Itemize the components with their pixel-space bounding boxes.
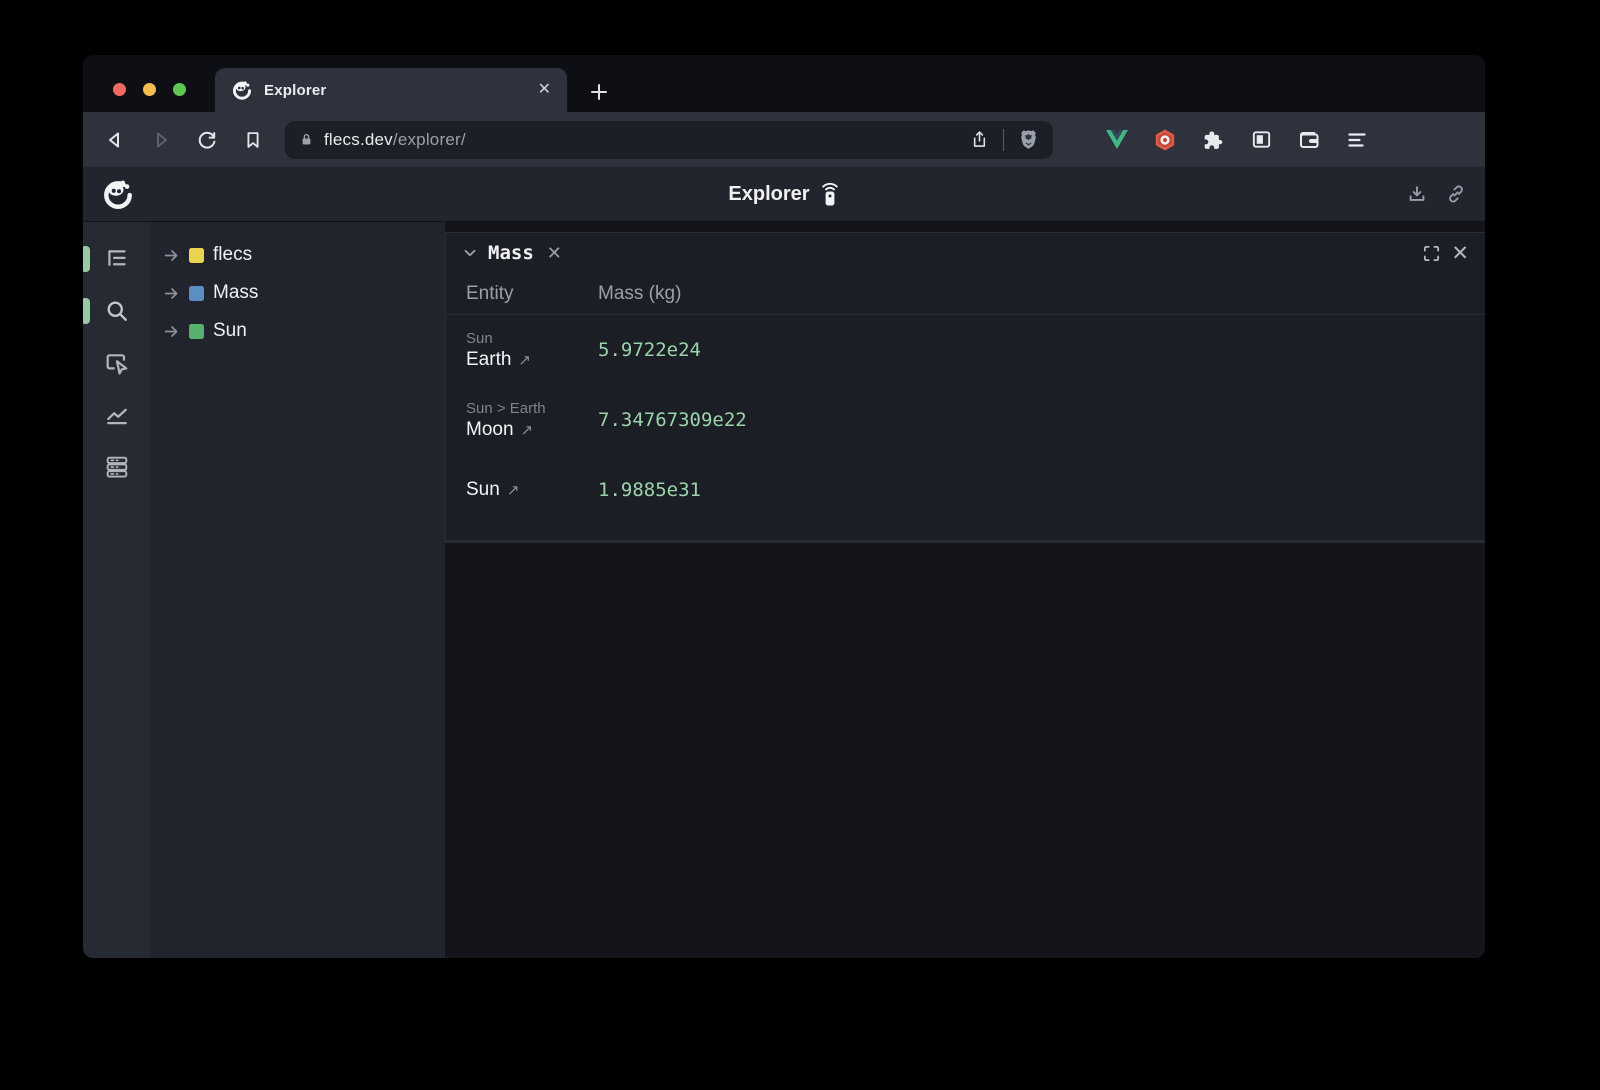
tab-bar: Explorer ✕ — [83, 55, 1485, 112]
minimize-window-button[interactable] — [143, 83, 156, 96]
download-button[interactable] — [1406, 183, 1428, 205]
tree-item-sun[interactable]: Sun — [150, 312, 445, 350]
sidebar-toggle-icon[interactable] — [1249, 128, 1273, 152]
app-content: flecs Mass Sun — [83, 222, 1485, 958]
hexagon-extension-icon[interactable] — [1153, 128, 1177, 152]
zoom-window-button[interactable] — [173, 83, 186, 96]
menu-icon[interactable] — [1345, 128, 1369, 152]
open-entity-icon: ↗ — [518, 351, 531, 369]
tree-item-label: Mass — [213, 282, 258, 304]
table-row: Sun Earth ↗ 5.9722e24 — [446, 315, 1485, 385]
share-icon[interactable] — [969, 129, 990, 150]
tab-close-icon[interactable]: ✕ — [538, 82, 551, 98]
tree-item-label: Sun — [213, 320, 247, 342]
forward-button[interactable] — [143, 122, 179, 158]
entity-tree: flecs Mass Sun — [150, 222, 445, 958]
tree-panel-button[interactable] — [102, 244, 132, 274]
open-entity-icon: ↗ — [521, 421, 534, 439]
tables-panel-button[interactable] — [102, 452, 132, 482]
inspect-panel-button[interactable] — [102, 348, 132, 378]
query-title: Mass — [488, 242, 534, 264]
entity-name-text: Earth — [466, 349, 511, 371]
divider — [1003, 129, 1004, 151]
query-clear-icon[interactable]: ✕ — [547, 244, 562, 262]
flecs-favicon-icon — [231, 79, 253, 101]
search-panel-button[interactable] — [102, 296, 132, 326]
bookmark-icon[interactable] — [235, 122, 271, 158]
tab-title: Explorer — [264, 82, 527, 99]
mass-value: 1.9885e31 — [598, 479, 1485, 501]
entity-parent-path: Sun — [466, 330, 598, 347]
browser-toolbar: flecs.dev/explorer/ — [83, 112, 1485, 167]
table-header-row: Entity Mass (kg) — [446, 273, 1485, 315]
tree-item-flecs[interactable]: flecs — [150, 236, 445, 274]
tree-item-label: flecs — [213, 244, 252, 266]
address-bar[interactable]: flecs.dev/explorer/ — [285, 121, 1053, 159]
entity-link[interactable]: Moon ↗ — [466, 419, 598, 441]
close-window-button[interactable] — [113, 83, 126, 96]
module-color-swatch — [189, 248, 204, 263]
mass-value: 5.9722e24 — [598, 339, 1485, 361]
entity-parent-path: Sun > Earth — [466, 400, 598, 417]
entity-link[interactable]: Earth ↗ — [466, 349, 598, 371]
active-panel-indicator — [83, 246, 90, 272]
url-domain: flecs.dev — [324, 130, 393, 149]
entity-name-text: Moon — [466, 419, 514, 441]
wallet-icon[interactable] — [1297, 128, 1321, 152]
extensions-puzzle-icon[interactable] — [1201, 128, 1225, 152]
traffic-lights — [113, 83, 186, 96]
tab-explorer[interactable]: Explorer ✕ — [215, 68, 567, 112]
reload-button[interactable] — [189, 122, 225, 158]
entity-color-swatch — [189, 324, 204, 339]
new-tab-button[interactable] — [585, 78, 613, 106]
entity-link[interactable]: Sun ↗ — [466, 479, 598, 501]
lock-icon — [298, 131, 315, 148]
expand-arrow-icon[interactable] — [163, 323, 180, 340]
expand-arrow-icon[interactable] — [163, 285, 180, 302]
column-header-entity: Entity — [446, 283, 598, 305]
tool-sidebar — [83, 222, 150, 958]
column-header-mass: Mass (kg) — [598, 283, 1485, 305]
vue-devtools-icon[interactable] — [1105, 128, 1129, 152]
query-panel-header: Mass ✕ ✕ — [446, 233, 1485, 273]
active-panel-indicator — [83, 298, 90, 324]
back-button[interactable] — [97, 122, 133, 158]
panel-close-icon[interactable]: ✕ — [1451, 243, 1469, 264]
extension-area — [1105, 128, 1369, 152]
tree-item-mass[interactable]: Mass — [150, 274, 445, 312]
chart-panel-button[interactable] — [102, 400, 132, 430]
open-entity-icon: ↗ — [507, 481, 520, 499]
flecs-logo-icon — [101, 177, 135, 211]
url-text: flecs.dev/explorer/ — [324, 130, 466, 150]
table-row: Sun ↗ 1.9885e31 — [446, 455, 1485, 525]
query-panel: Mass ✕ ✕ Entity Mass ( — [445, 232, 1485, 543]
chevron-down-icon[interactable] — [462, 245, 478, 261]
entity-name-text: Sun — [466, 479, 500, 501]
page-title: Explorer — [728, 183, 809, 206]
brave-shield-icon[interactable] — [1017, 128, 1040, 151]
table-row: Sun > Earth Moon ↗ 7.34767309e22 — [446, 385, 1485, 455]
app-header: Explorer — [83, 167, 1485, 222]
main-area: Mass ✕ ✕ Entity Mass ( — [445, 222, 1485, 958]
fullscreen-icon[interactable] — [1422, 244, 1441, 263]
component-color-swatch — [189, 286, 204, 301]
mass-value: 7.34767309e22 — [598, 409, 1485, 431]
url-path: /explorer/ — [393, 130, 466, 149]
remote-connection-icon[interactable] — [820, 181, 840, 207]
expand-arrow-icon[interactable] — [163, 247, 180, 264]
share-link-button[interactable] — [1445, 183, 1467, 205]
browser-window: Explorer ✕ — [83, 55, 1485, 958]
